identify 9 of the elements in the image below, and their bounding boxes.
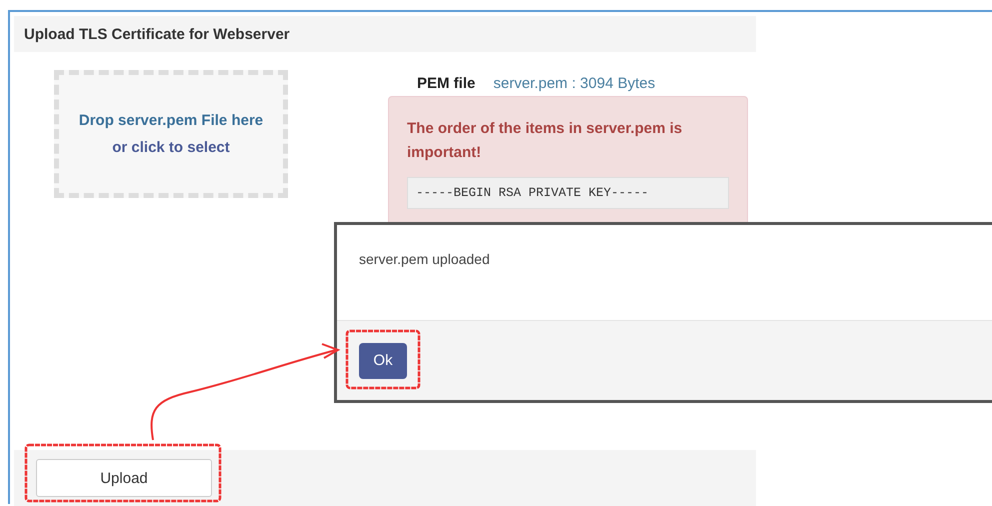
code-line: -----BEGIN RSA PRIVATE KEY----- [416,186,649,200]
pem-file-value: server.pem : 3094 Bytes [493,74,656,92]
ok-button[interactable]: Ok [359,342,407,378]
drop-zone[interactable]: Drop server.pem File here or click to select [54,70,288,198]
dialog-message: server.pem uploaded [359,251,490,267]
upload-button[interactable]: Upload [36,459,212,497]
alert-message: The order of the items in server.pem is important! [407,119,684,163]
pem-file-label: PEM file [417,74,476,92]
panel-title: Upload TLS Certificate for Webserver [24,26,290,42]
